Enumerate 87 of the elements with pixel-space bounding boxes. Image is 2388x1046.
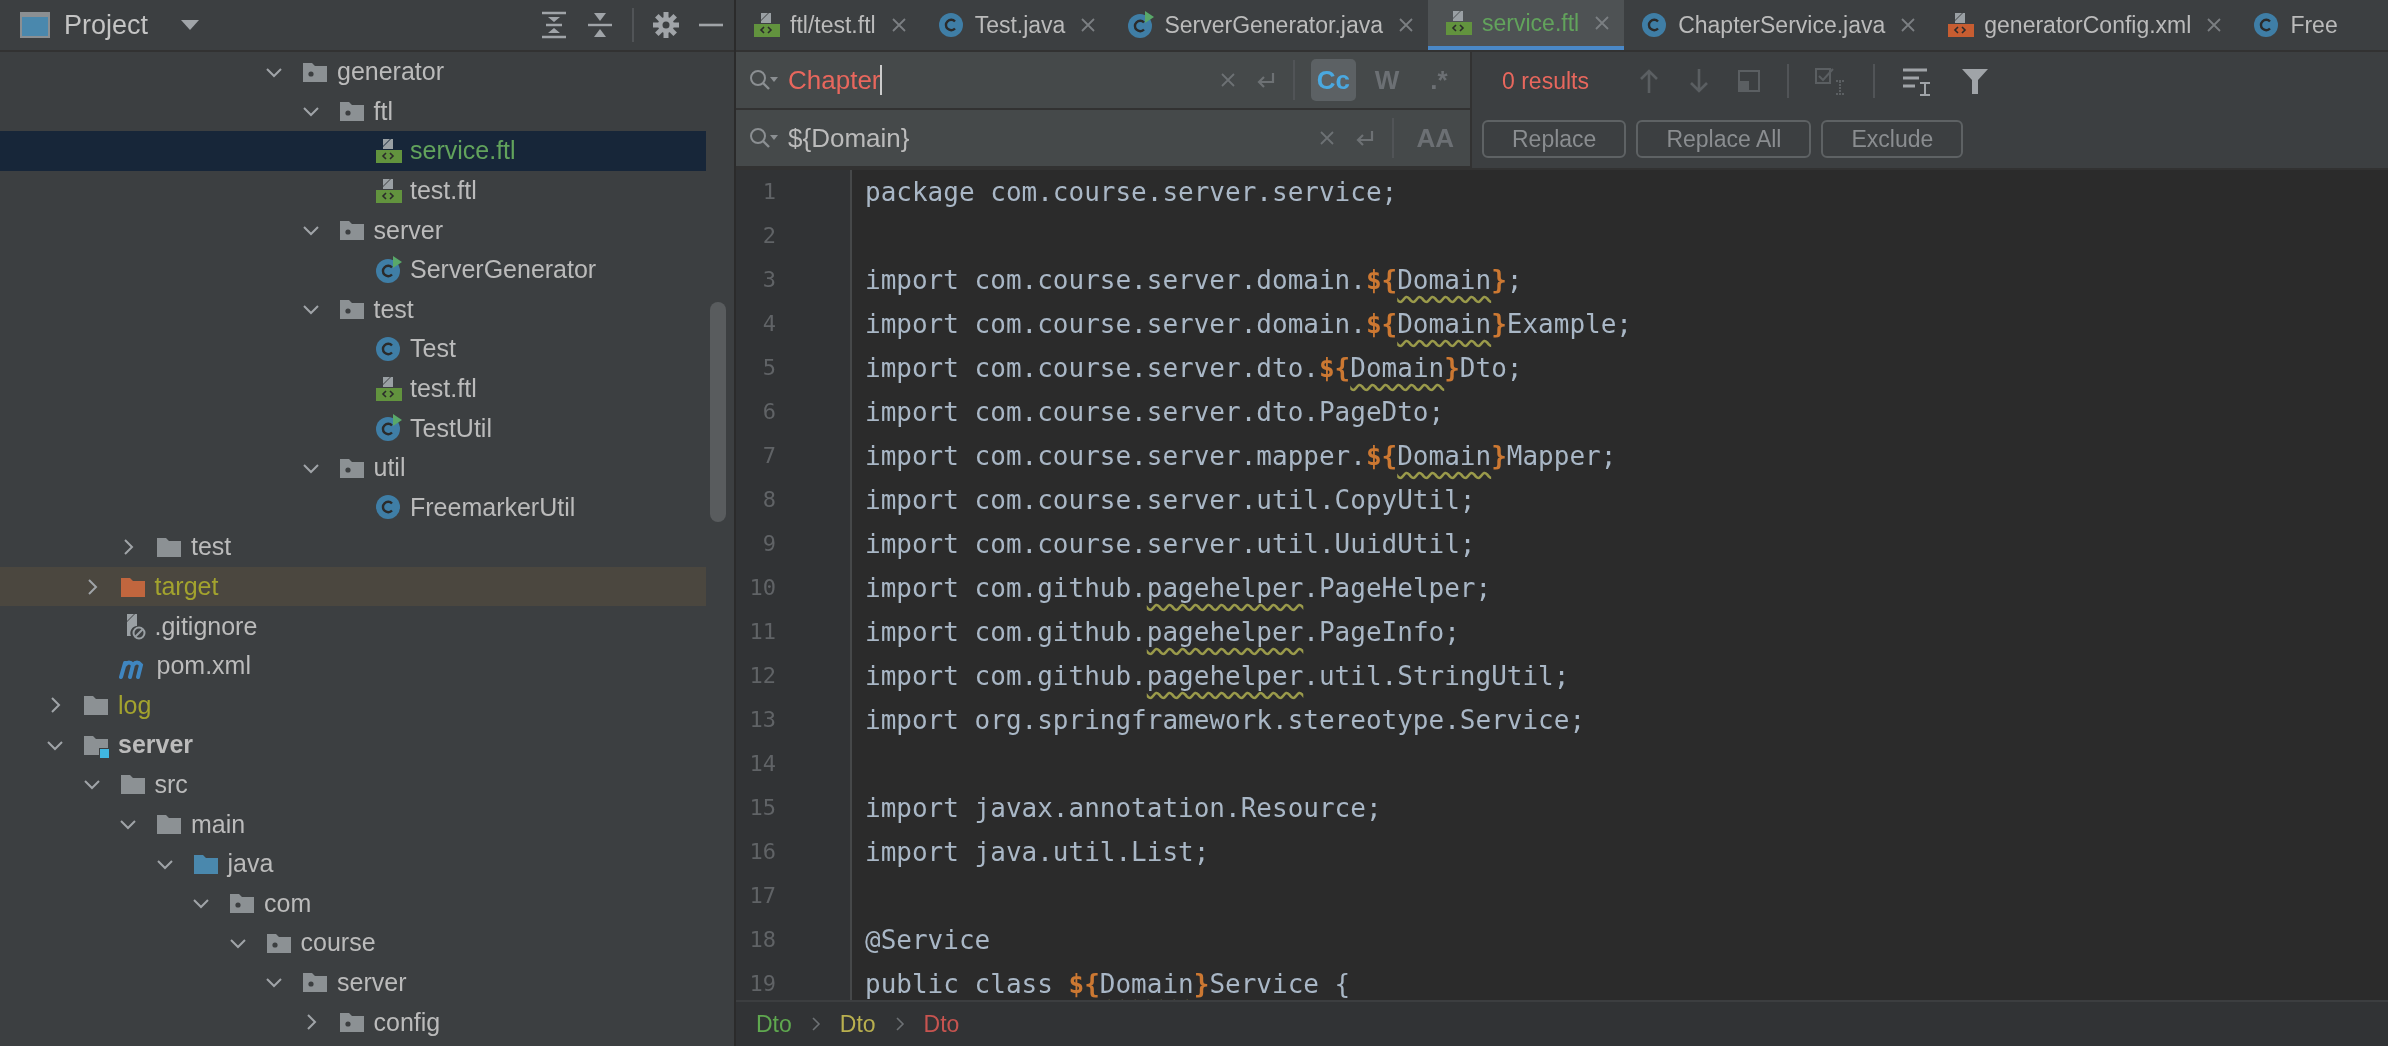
settings-icon[interactable] <box>652 11 680 39</box>
search-icon[interactable] <box>748 68 778 92</box>
class-icon <box>1640 11 1669 39</box>
class-icon <box>374 334 402 363</box>
breadcrumb-item[interactable]: Dto <box>839 1010 876 1038</box>
close-icon[interactable] <box>1397 16 1416 34</box>
breadcrumb-item[interactable]: Dto <box>923 1010 960 1038</box>
search-field[interactable]: Chapter <box>748 52 1277 108</box>
template-file-icon <box>374 137 402 165</box>
code-line: import com.course.server.domain.${Domain}Example; <box>865 308 1634 341</box>
search-icon[interactable] <box>748 126 778 150</box>
editor-tab[interactable]: Test.java <box>920 0 1111 50</box>
expand-all-icon[interactable] <box>540 11 568 39</box>
collapse-all-icon[interactable] <box>586 11 614 39</box>
tree-item[interactable]: test <box>0 289 706 330</box>
code-line: import java.util.List; <box>865 836 1211 869</box>
template-file-icon <box>1444 9 1473 37</box>
tree-item[interactable]: java <box>0 843 706 884</box>
code-line: @Service <box>865 924 992 957</box>
code-line: import com.course.server.dto.PageDto; <box>865 396 1446 429</box>
project-window-icon <box>20 12 50 38</box>
code-line: import com.course.server.util.CopyUtil; <box>865 484 1477 517</box>
tree-item[interactable]: Test <box>0 329 706 369</box>
tree-item[interactable]: FreemarkerUtil <box>0 487 706 528</box>
results-count: 0 results <box>1502 67 1589 95</box>
template-file-icon <box>374 176 402 205</box>
tree-item[interactable]: ServerGenerator <box>0 249 706 290</box>
editor-tab[interactable]: ChapterService.java <box>1624 0 1931 50</box>
tree-item[interactable]: .gitignore <box>0 606 706 646</box>
code-line: import com.course.server.domain.${Domain}; <box>865 264 1524 297</box>
tree-item[interactable]: server <box>0 725 706 765</box>
filter-icon[interactable] <box>1960 67 1989 95</box>
code-line: import org.springframework.stereotype.Service; <box>865 704 1587 737</box>
code-line: package com.course.server.service; <box>865 176 1399 209</box>
class-icon <box>936 11 965 39</box>
close-icon[interactable] <box>1079 16 1098 34</box>
tree-item[interactable]: log <box>0 685 706 726</box>
code-line: import com.course.server.mapper.${Domain}Mapper; <box>865 440 1618 473</box>
close-icon[interactable] <box>889 16 908 34</box>
tree-item[interactable]: pom.xml <box>0 645 706 686</box>
code-line: import com.course.server.util.UuidUtil; <box>865 528 1477 561</box>
code-line: import com.github.pagehelper.util.StringUtil; <box>865 660 1571 693</box>
code-line: import com.course.server.dto.${Domain}Dto; <box>865 352 1524 385</box>
panel-title[interactable]: Project <box>64 9 149 41</box>
class-icon <box>374 493 402 522</box>
action-button[interactable]: Replace <box>1482 120 1627 158</box>
tree-item[interactable]: course <box>0 923 706 963</box>
class-icon <box>374 414 402 443</box>
tree-item[interactable]: config <box>0 1002 706 1042</box>
tree-item[interactable]: test <box>0 527 706 567</box>
template-file-icon <box>374 374 402 403</box>
code-line: import com.github.pagehelper.PageInfo; <box>865 616 1461 649</box>
close-icon[interactable] <box>1899 16 1918 34</box>
tree-item[interactable]: util <box>0 447 706 488</box>
class-icon <box>374 255 402 284</box>
class-icon <box>2252 11 2281 39</box>
dropdown-caret-icon[interactable] <box>180 19 201 31</box>
close-icon[interactable] <box>2205 16 2224 34</box>
tree-item[interactable]: service.ftl <box>0 131 706 171</box>
code-line: public class ${Domain}Service { <box>865 968 1352 1000</box>
code-line: import javax.annotation.Resource; <box>865 792 1383 825</box>
tree-item[interactable]: test.ftl <box>0 368 706 409</box>
tree-item[interactable]: TestUtil <box>0 408 706 448</box>
editor-tab[interactable]: Free <box>2236 0 2355 50</box>
editor-tab[interactable]: generatorConfig.xml <box>1930 0 2237 50</box>
tree-item[interactable]: ftl <box>0 91 706 132</box>
chevron-right-icon <box>809 1016 822 1032</box>
code-line: import com.github.pagehelper.PageHelper; <box>865 572 1493 605</box>
action-button[interactable]: Exclude <box>1821 120 1964 158</box>
tree-item[interactable]: generator <box>0 52 706 92</box>
chevron-right-icon <box>893 1016 906 1032</box>
tree-item[interactable]: server <box>0 962 706 1003</box>
tree-item[interactable]: server <box>0 210 706 250</box>
breadcrumb-item[interactable]: Dto <box>756 1010 792 1038</box>
tree-item[interactable]: src <box>0 764 706 805</box>
editor-tab[interactable]: ftl/test.ftl <box>736 0 921 50</box>
replace-field[interactable]: ${Domain} <box>748 110 1377 166</box>
class-icon <box>1126 11 1155 39</box>
template-file-icon <box>752 11 780 39</box>
tree-item[interactable]: target <box>0 566 706 607</box>
tree-item[interactable]: main <box>0 804 706 844</box>
tree-item[interactable]: test.ftl <box>0 170 706 211</box>
action-button[interactable]: Replace All <box>1636 120 1812 158</box>
xml-file-icon <box>1946 11 1975 39</box>
scrollbar-thumb[interactable] <box>710 302 726 522</box>
editor-tab[interactable]: ServerGenerator.java <box>1110 0 1429 50</box>
tree-item[interactable]: com <box>0 883 706 924</box>
